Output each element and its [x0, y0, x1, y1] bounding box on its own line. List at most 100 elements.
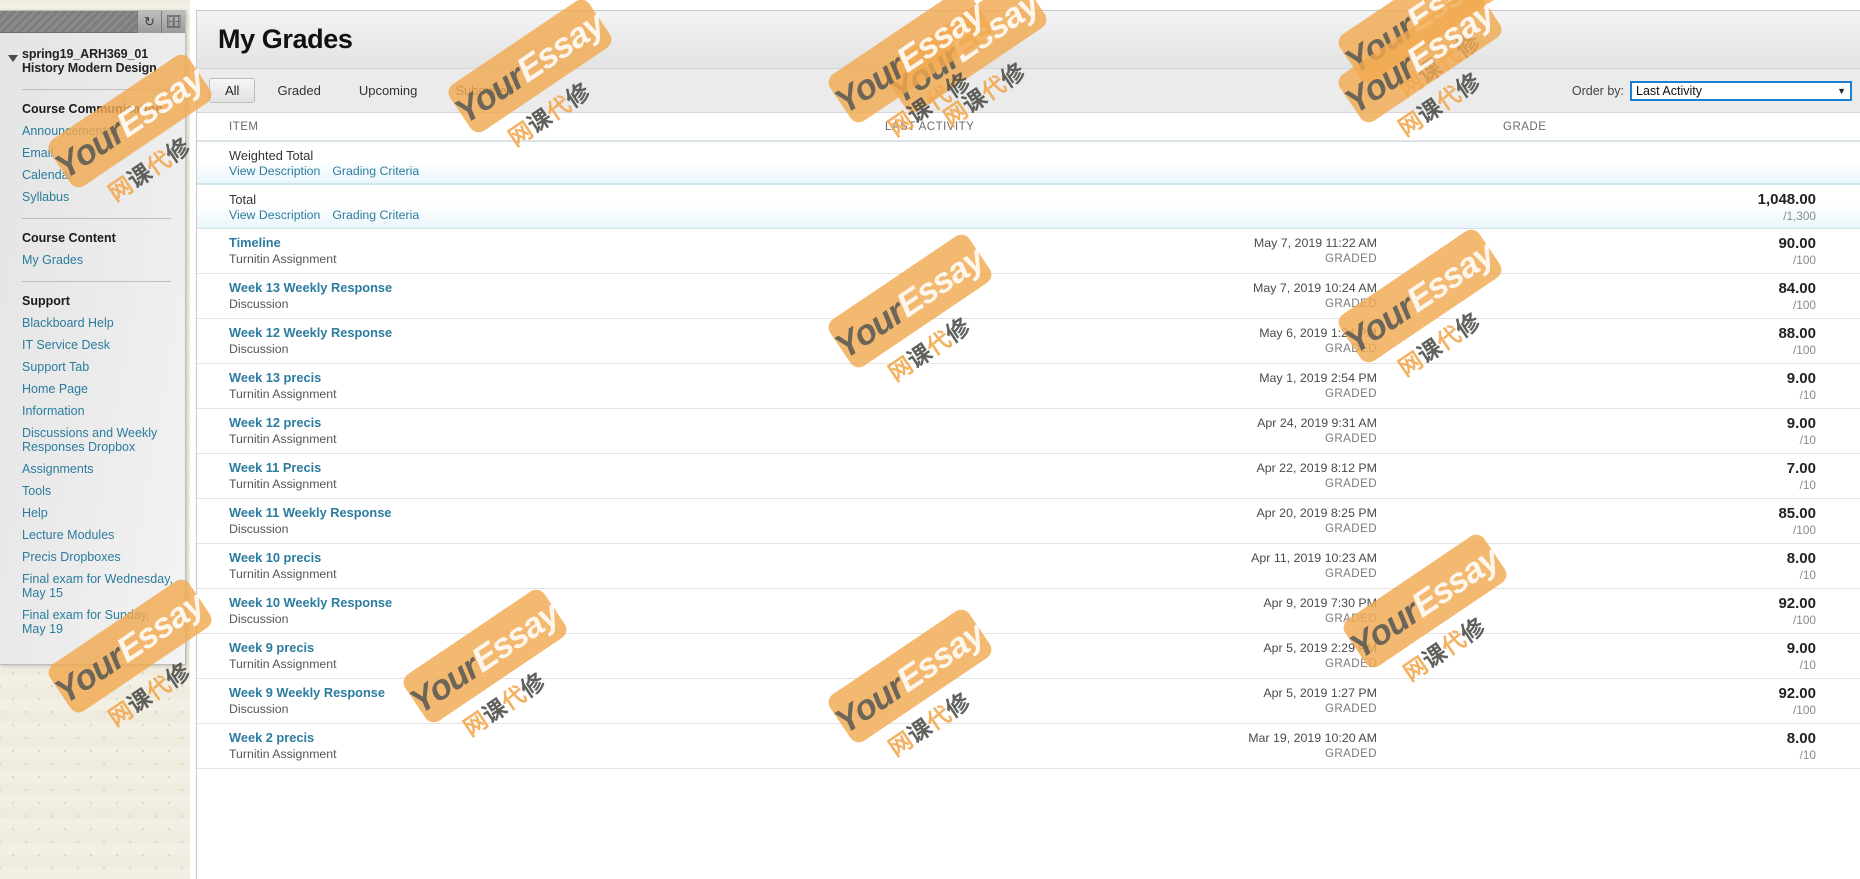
sidebar-item-assignments[interactable]: Assignments [0, 458, 185, 480]
table-row[interactable]: Week 9 Weekly Response Discussion Apr 5, 2… [197, 679, 1860, 724]
column-header-item: ITEM [229, 120, 259, 133]
sidebar-item-home-page[interactable]: Home Page [0, 378, 185, 400]
sidebar-item-email[interactable]: Email [0, 142, 185, 164]
activity-date: May 1, 2019 2:54 PM [1259, 371, 1377, 385]
filter-bar: All Graded Upcoming Submitted Order by: … [197, 69, 1860, 113]
activity-cell: Apr 24, 2019 9:31 AM GRADED [877, 415, 1437, 447]
item-title[interactable]: Week 12 Weekly Response [229, 325, 877, 341]
table-row[interactable]: Week 11 Weekly Response Discussion Apr 20,… [197, 499, 1860, 544]
view-description-link[interactable]: View Description [229, 164, 320, 178]
table-row[interactable]: Week 2 precis Turnitin Assignment Mar 19, … [197, 724, 1860, 769]
item-links: View Description Grading Criteria [229, 164, 877, 178]
table-row-weighted-total[interactable]: Weighted Total View Description Grading … [197, 141, 1860, 184]
item-title[interactable]: Week 9 precis [229, 640, 877, 656]
grade-score: 84.00 [1778, 280, 1816, 297]
item-title[interactable]: Week 13 precis [229, 370, 877, 386]
table-row[interactable]: Week 12 precis Turnitin Assignment Apr 24,… [197, 409, 1860, 454]
tab-all[interactable]: All [209, 78, 256, 103]
item-cell: Week 10 precis Turnitin Assignment [197, 550, 877, 582]
course-menu-sidebar: ↻ 🗄 spring19_ARH369_01 History Modern De… [0, 10, 186, 665]
item-title[interactable]: Week 10 precis [229, 550, 877, 566]
sidebar-item-precis-dropboxes[interactable]: Precis Dropboxes [0, 546, 185, 568]
table-row[interactable]: Timeline Turnitin Assignment May 7, 2019 1… [197, 229, 1860, 274]
tab-graded[interactable]: Graded [261, 78, 336, 103]
sidebar-item-lecture-modules[interactable]: Lecture Modules [0, 524, 185, 546]
detach-icon[interactable]: 🗄 [161, 10, 185, 33]
grade-out-of: /10 [1799, 478, 1816, 492]
sidebar-item-announcements[interactable]: Announcements [0, 120, 185, 142]
table-row[interactable]: Week 12 Weekly Response Discussion May 6, … [197, 319, 1860, 364]
sidebar-item-tools[interactable]: Tools [0, 480, 185, 502]
table-row-total[interactable]: Total View Description Grading Criteria … [197, 184, 1860, 229]
grade-out-of: /100 [1793, 523, 1816, 537]
activity-cell: May 6, 2019 1:24 PM GRADED [877, 325, 1437, 357]
sidebar-item-calendar[interactable]: Calendar [0, 164, 185, 186]
course-title-row[interactable]: spring19_ARH369_01 History Modern Design [0, 33, 185, 79]
item-title[interactable]: Week 10 Weekly Response [229, 595, 877, 611]
item-title: Weighted Total [229, 147, 314, 163]
item-title[interactable]: Timeline [229, 235, 877, 251]
sidebar-item-final-exam-sun[interactable]: Final exam for Sunday, May 19 [0, 604, 185, 640]
item-cell: Week 11 Weekly Response Discussion [197, 505, 877, 537]
item-title[interactable]: Week 12 precis [229, 415, 877, 431]
item-title[interactable]: Week 2 precis [229, 730, 877, 746]
table-row[interactable]: Week 10 precis Turnitin Assignment Apr 11,… [197, 544, 1860, 589]
item-title[interactable]: Week 11 Precis [229, 460, 877, 476]
item-type: Turnitin Assignment [229, 252, 337, 266]
status-badge: GRADED [1324, 747, 1377, 760]
tab-upcoming[interactable]: Upcoming [343, 78, 434, 103]
my-grades-page: ↻ 🗄 spring19_ARH369_01 History Modern De… [0, 0, 1860, 879]
grade-out-of: /10 [1799, 388, 1816, 402]
table-row[interactable]: Week 13 Weekly Response Discussion May 7, … [197, 274, 1860, 319]
status-badge: GRADED [1324, 297, 1377, 310]
item-title[interactable]: Week 13 Weekly Response [229, 280, 877, 296]
activity-cell: May 7, 2019 11:22 AM GRADED [877, 235, 1437, 267]
tab-submitted[interactable]: Submitted [439, 78, 530, 103]
sidebar-item-final-exam-wed[interactable]: Final exam for Wednesday, May 15 [0, 568, 185, 604]
item-cell: Week 10 Weekly Response Discussion [197, 595, 877, 627]
item-cell: Week 12 precis Turnitin Assignment [197, 415, 877, 447]
table-row[interactable]: Week 11 Precis Turnitin Assignment Apr 22,… [197, 454, 1860, 499]
grade-score: 8.00 [1786, 730, 1816, 747]
status-badge: GRADED [1324, 477, 1377, 490]
sidebar-item-help[interactable]: Help [0, 502, 185, 524]
item-type: Turnitin Assignment [229, 387, 337, 401]
grade-cell: 92.00/100 [1437, 685, 1860, 717]
sidebar-item-discussions-dropbox[interactable]: Discussions and Weekly Responses Dropbox [0, 422, 185, 458]
table-row[interactable]: Week 10 Weekly Response Discussion Apr 9, … [197, 589, 1860, 634]
activity-date: Apr 11, 2019 10:23 AM [1251, 551, 1377, 565]
view-description-link[interactable]: View Description [229, 208, 320, 222]
item-cell: Week 9 precis Turnitin Assignment [197, 640, 877, 672]
item-title[interactable]: Week 11 Weekly Response [229, 505, 877, 521]
table-row[interactable]: Week 13 precis Turnitin Assignment May 1, … [197, 364, 1860, 409]
chevron-down-icon[interactable] [6, 51, 20, 65]
activity-date: Apr 24, 2019 9:31 AM [1257, 416, 1377, 430]
activity-date: Apr 22, 2019 8:12 PM [1256, 461, 1377, 475]
sidebar-item-support-tab[interactable]: Support Tab [0, 356, 185, 378]
order-by-select[interactable]: Last Activity ▼ [1630, 80, 1852, 101]
activity-cell: Apr 9, 2019 7:30 PM GRADED [877, 595, 1437, 627]
item-title[interactable]: Week 9 Weekly Response [229, 685, 877, 701]
item-type: Discussion [229, 522, 289, 536]
table-row[interactable]: Week 9 precis Turnitin Assignment Apr 5, 2… [197, 634, 1860, 679]
refresh-icon[interactable]: ↻ [137, 10, 161, 33]
sidebar-item-my-grades[interactable]: My Grades [0, 249, 185, 271]
status-badge: GRADED [1324, 522, 1377, 535]
sidebar-item-blackboard-help[interactable]: Blackboard Help [0, 312, 185, 334]
sidebar-item-information[interactable]: Information [0, 400, 185, 422]
grade-out-of: /100 [1793, 298, 1816, 312]
grading-criteria-link[interactable]: Grading Criteria [332, 164, 419, 178]
order-by-value: Last Activity [1636, 83, 1702, 98]
grading-criteria-link[interactable]: Grading Criteria [332, 208, 419, 222]
item-type: Discussion [229, 342, 289, 356]
grade-out-of: /100 [1793, 703, 1816, 717]
grade-score: 88.00 [1778, 325, 1816, 342]
table-header-row: ITEM LAST ACTIVITY GRADE [197, 113, 1860, 141]
nav-group-content: Course Content My Grades [0, 219, 185, 271]
activity-cell: Mar 19, 2019 10:20 AM GRADED [877, 730, 1437, 762]
sidebar-item-syllabus[interactable]: Syllabus [0, 186, 185, 208]
sidebar-item-it-service-desk[interactable]: IT Service Desk [0, 334, 185, 356]
grade-out-of: /10 [1799, 433, 1816, 447]
page-title: My Grades [218, 24, 353, 54]
item-cell: Weighted Total View Description Grading … [197, 148, 877, 178]
